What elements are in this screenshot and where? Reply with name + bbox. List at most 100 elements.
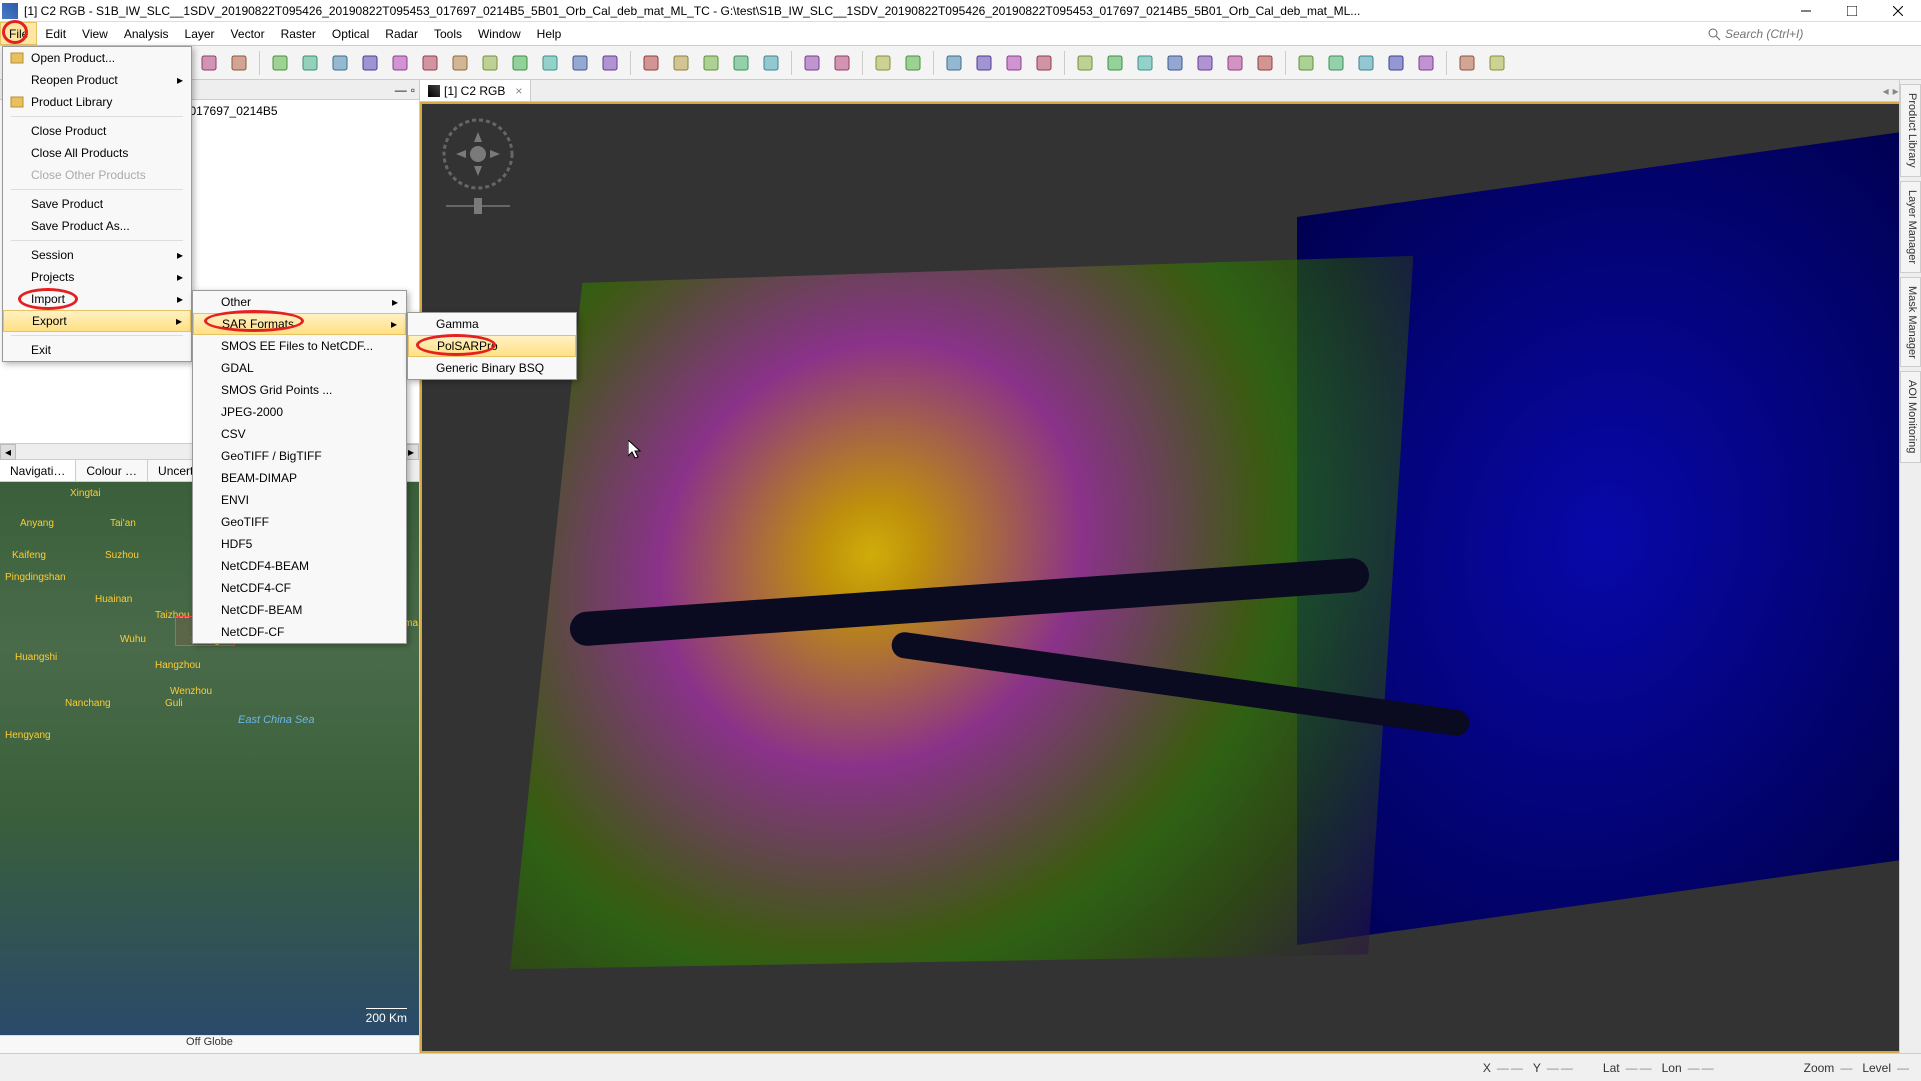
image-tab[interactable]: [1] C2 RGB × <box>420 80 531 101</box>
toolbar-stack-button[interactable] <box>667 49 695 77</box>
export-menu-item-geotiff-bigtiff[interactable]: GeoTIFF / BigTIFF <box>193 445 406 467</box>
toolbar-profile-button[interactable] <box>356 49 384 77</box>
toolbar-shape-button[interactable] <box>225 49 253 77</box>
export-menu-item-smos-grid-points[interactable]: SMOS Grid Points ... <box>193 379 406 401</box>
tab-prev-icon[interactable]: ◂ <box>1883 84 1889 98</box>
sar-menu-item-gamma[interactable]: Gamma <box>408 313 576 335</box>
file-menu-item-open-product[interactable]: Open Product... <box>3 47 191 69</box>
file-menu-item-session[interactable]: Session▸ <box>3 244 191 266</box>
file-menu-item-save-product[interactable]: Save Product <box>3 193 191 215</box>
image-canvas[interactable] <box>420 102 1921 1053</box>
minimize-panel-icon[interactable]: — <box>395 83 407 97</box>
export-menu-item-envi[interactable]: ENVI <box>193 489 406 511</box>
toolbar-zoomall-button[interactable] <box>1251 49 1279 77</box>
file-menu-item-close-product[interactable]: Close Product <box>3 120 191 142</box>
export-menu-item-netcdf-cf[interactable]: NetCDF-CF <box>193 621 406 643</box>
file-menu-item-projects[interactable]: Projects▸ <box>3 266 191 288</box>
toolbar-zoom-button[interactable] <box>1131 49 1159 77</box>
menu-analysis[interactable]: Analysis <box>116 22 177 45</box>
toolbar-interf-button[interactable] <box>727 49 755 77</box>
close-button[interactable] <box>1875 0 1921 22</box>
right-panel-mask-manager[interactable]: Mask Manager <box>1900 277 1921 368</box>
export-menu-item-netcdf4-beam[interactable]: NetCDF4-BEAM <box>193 555 406 577</box>
right-panel-product-library[interactable]: Product Library <box>1900 84 1921 177</box>
toolbar-crop-button[interactable] <box>1322 49 1350 77</box>
toolbar-graph-button[interactable] <box>899 49 927 77</box>
export-menu-item-jpeg-2000[interactable]: JPEG-2000 <box>193 401 406 423</box>
menu-vector[interactable]: Vector <box>223 22 273 45</box>
toolbar-stats-button[interactable] <box>446 49 474 77</box>
export-menu-item-smos-ee-files-to-netcdf[interactable]: SMOS EE Files to NetCDF... <box>193 335 406 357</box>
menu-radar[interactable]: Radar <box>377 22 426 45</box>
file-menu-item-save-product-as[interactable]: Save Product As... <box>3 215 191 237</box>
toolbar-gcp3-button[interactable] <box>869 49 897 77</box>
toolbar-sigma-button[interactable] <box>596 49 624 77</box>
toolbar-coreg-button[interactable] <box>697 49 725 77</box>
toolbar-grid3-button[interactable] <box>1000 49 1028 77</box>
file-menu-item-product-library[interactable]: Product Library <box>3 91 191 113</box>
toolbar-select-button[interactable] <box>1292 49 1320 77</box>
search-box[interactable] <box>1701 22 1921 45</box>
export-menu-item-geotiff[interactable]: GeoTIFF <box>193 511 406 533</box>
menu-raster[interactable]: Raster <box>273 22 324 45</box>
toolbar-range-button[interactable] <box>1412 49 1440 77</box>
toolbar-spectrum-button[interactable] <box>566 49 594 77</box>
toolbar-poly-button[interactable] <box>1352 49 1380 77</box>
file-menu-item-reopen-product[interactable]: Reopen Product▸ <box>3 69 191 91</box>
toolbar-chev2-button[interactable] <box>1483 49 1511 77</box>
toolbar-path-button[interactable] <box>1382 49 1410 77</box>
close-panel-icon[interactable]: ▫ <box>411 83 415 97</box>
menu-file[interactable]: File <box>0 22 37 45</box>
export-menu-item-hdf5[interactable]: HDF5 <box>193 533 406 555</box>
right-panel-aoi-monitoring[interactable]: AOI Monitoring <box>1900 371 1921 462</box>
menu-help[interactable]: Help <box>529 22 570 45</box>
toolbar-grid1-button[interactable] <box>798 49 826 77</box>
menu-tools[interactable]: Tools <box>426 22 470 45</box>
toolbar-gcp2-button[interactable] <box>637 49 665 77</box>
toolbar-arrow-button[interactable] <box>1071 49 1099 77</box>
export-menu-item-beam-dimap[interactable]: BEAM-DIMAP <box>193 467 406 489</box>
maximize-button[interactable] <box>1829 0 1875 22</box>
file-menu-item-close-all-products[interactable]: Close All Products <box>3 142 191 164</box>
image-tab-close-icon[interactable]: × <box>515 84 522 98</box>
toolbar-gcptool-button[interactable] <box>1221 49 1249 77</box>
toolbar-hand-button[interactable] <box>1101 49 1129 77</box>
toolbar-chev-button[interactable] <box>1453 49 1481 77</box>
sar-menu-item-generic-binary-bsq[interactable]: Generic Binary BSQ <box>408 357 576 379</box>
scroll-left-button[interactable]: ◂ <box>0 444 16 460</box>
menu-window[interactable]: Window <box>470 22 529 45</box>
toolbar-lambda-button[interactable] <box>416 49 444 77</box>
export-menu-item-other[interactable]: Other▸ <box>193 291 406 313</box>
sar-menu-item-polsarpro[interactable]: PolSARPro <box>408 335 576 357</box>
export-menu-item-csv[interactable]: CSV <box>193 423 406 445</box>
toolbar-palette-button[interactable] <box>266 49 294 77</box>
toolbar-view-button[interactable] <box>296 49 324 77</box>
toolbar-speckle-button[interactable] <box>757 49 785 77</box>
right-panel-layer-manager[interactable]: Layer Manager <box>1900 181 1921 273</box>
toolbar-zoomout-button[interactable] <box>1191 49 1219 77</box>
menu-view[interactable]: View <box>74 22 116 45</box>
toolbar-scatter-button[interactable] <box>536 49 564 77</box>
toolbar-info-button[interactable] <box>476 49 504 77</box>
menu-edit[interactable]: Edit <box>37 22 74 45</box>
nav-tab-navigation[interactable]: Navigati… <box>0 460 76 481</box>
nav-tab-colour[interactable]: Colour … <box>76 460 148 481</box>
export-menu-item-netcdf-beam[interactable]: NetCDF-BEAM <box>193 599 406 621</box>
toolbar-grid2-button[interactable] <box>828 49 856 77</box>
tab-next-icon[interactable]: ▸ <box>1893 84 1899 98</box>
file-menu-item-import[interactable]: Import▸ <box>3 288 191 310</box>
toolbar-rect-button[interactable] <box>970 49 998 77</box>
export-menu-item-netcdf4-cf[interactable]: NetCDF4-CF <box>193 577 406 599</box>
file-menu-item-exit[interactable]: Exit <box>3 339 191 361</box>
menu-optical[interactable]: Optical <box>324 22 377 45</box>
toolbar-zoomin-button[interactable] <box>1161 49 1189 77</box>
toolbar-grid4-button[interactable] <box>1030 49 1058 77</box>
toolbar-world-button[interactable] <box>326 49 354 77</box>
menu-layer[interactable]: Layer <box>177 22 223 45</box>
minimize-button[interactable] <box>1783 0 1829 22</box>
toolbar-ellipse-button[interactable] <box>940 49 968 77</box>
export-menu-item-sar-formats[interactable]: SAR Formats▸ <box>193 313 406 335</box>
export-menu-item-gdal[interactable]: GDAL <box>193 357 406 379</box>
search-input[interactable] <box>1725 27 1915 41</box>
toolbar-gcp-button[interactable] <box>195 49 223 77</box>
